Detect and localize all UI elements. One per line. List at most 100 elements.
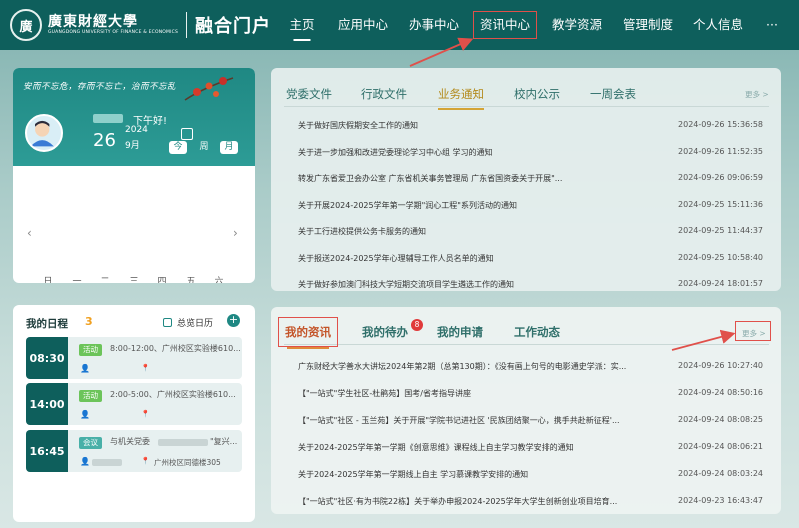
my-news-row[interactable]: 关于2024-2025学年第一学期《创意思维》课程线上自主学习教学安排的通知 20… bbox=[271, 442, 781, 456]
tab-campus-announcements[interactable]: 校内公示 bbox=[514, 86, 560, 102]
event-text: 8:00-12:00、广州校区实验楼610... bbox=[110, 344, 241, 353]
school-logo[interactable]: 廣 廣東財經大學 GUANGDONG UNIVERSITY OF FINANCE… bbox=[10, 9, 271, 41]
blurred-text bbox=[92, 459, 122, 466]
my-news-date: 2024-09-23 16:43:47 bbox=[678, 496, 763, 505]
tab-party-documents[interactable]: 党委文件 bbox=[286, 86, 332, 102]
schedule-event[interactable]: 08:30 活动 8:00-12:00、广州校区实验楼610... 👤 📍 bbox=[26, 337, 242, 379]
tab-divider bbox=[284, 344, 769, 345]
nav-regulations[interactable]: 管理制度 bbox=[623, 0, 673, 50]
my-news-title: 关于2024-2025学年第一学期线上自主 学习慕课教学安排的通知 bbox=[298, 470, 529, 479]
next-month-arrow-icon[interactable]: › bbox=[233, 226, 238, 240]
news-row[interactable]: 关于进一步加强和改进党委理论学习中心组 学习的通知 2024-09-26 11:5… bbox=[271, 147, 781, 161]
location-pin-icon: 📍 bbox=[141, 364, 150, 372]
tab-admin-documents[interactable]: 行政文件 bbox=[361, 86, 407, 102]
profile-calendar-card: 安而不忘危，存而不忘亡，治而不忘乱 下午好! 26 2024 9月 今 周 月 … bbox=[13, 68, 255, 283]
mode-today[interactable]: 今 bbox=[169, 141, 187, 154]
event-time: 16:45 bbox=[26, 430, 68, 472]
blurred-text bbox=[158, 439, 208, 446]
top-header: 廣 廣東財經大學 GUANGDONG UNIVERSITY OF FINANCE… bbox=[0, 0, 799, 50]
my-news-row[interactable]: 【"一站式"社区·有为书院22栋】关于举办申报2024-2025学年大学生创新创… bbox=[271, 496, 781, 510]
tab-weekly-meetings[interactable]: 一周会表 bbox=[590, 86, 636, 102]
nav-apps[interactable]: 应用中心 bbox=[338, 0, 388, 50]
news-row[interactable]: 关于工行进校提供公务卡服务的通知 2024-09-25 11:44:37 bbox=[271, 226, 781, 240]
weekday-label: 六 bbox=[214, 277, 224, 283]
calendar-icon bbox=[163, 318, 172, 327]
more-highlight-box bbox=[735, 321, 771, 341]
news-title: 关于做好参加澳门科技大学短期交流项目学生遴选工作的通知 bbox=[298, 280, 514, 289]
profile-banner: 安而不忘危，存而不忘亡，治而不忘乱 下午好! 26 2024 9月 今 周 月 bbox=[13, 68, 255, 166]
event-text: 与机关党委 bbox=[110, 437, 150, 446]
news-row[interactable]: 关于开展2024-2025学年第一学期"润心工程"系列活动的通知 2024-09-… bbox=[271, 200, 781, 214]
my-news-title: 广东财经大学善水大讲坛2024年第2期（总第130期）：《没有画上句号的电影通史… bbox=[298, 362, 627, 371]
weekday-label: 二 bbox=[100, 277, 110, 283]
person-icon: 👤 bbox=[80, 364, 90, 373]
my-news-title: 【"一站式"学生社区-杜鹃苑】国考/省考指导讲座 bbox=[298, 389, 471, 398]
schedule-event[interactable]: 14:00 活动 2:00-5:00、广州校区实验楼610... 👤 📍 bbox=[26, 383, 242, 425]
add-schedule-button[interactable]: + bbox=[227, 314, 240, 327]
tab-my-todo[interactable]: 我的待办 bbox=[362, 324, 408, 340]
nav-home[interactable]: 主页 bbox=[289, 0, 315, 50]
news-card: 党委文件 行政文件 业务通知 校内公示 一周会表 更多 > 关于做好国庆假期安全… bbox=[271, 68, 781, 291]
event-time: 08:30 bbox=[26, 337, 68, 379]
my-news-date: 2024-09-24 08:08:25 bbox=[678, 415, 763, 424]
location-pin-icon: 📍 bbox=[141, 410, 150, 418]
news-row[interactable]: 关于做好国庆假期安全工作的通知 2024-09-26 15:36:58 bbox=[271, 120, 781, 134]
user-avatar[interactable] bbox=[25, 114, 63, 152]
news-row[interactable]: 关于做好参加澳门科技大学短期交流项目学生遴选工作的通知 2024-09-24 18… bbox=[271, 279, 781, 293]
tab-business-notices[interactable]: 业务通知 bbox=[438, 86, 484, 110]
my-news-title: 【"一站式"社区·有为书院22栋】关于举办申报2024-2025学年大学生创新创… bbox=[298, 497, 618, 506]
my-news-row[interactable]: 【"一站式"社区 - 玉兰苑】关于开展"学院书记进社区 '民族团结聚一心，携手共… bbox=[271, 415, 781, 429]
news-date: 2024-09-25 11:44:37 bbox=[678, 226, 763, 235]
weekday-label: 四 bbox=[157, 277, 167, 283]
my-info-card: 我的资讯 我的待办 我的申请 工作动态 更多 > 广东财经大学善水大讲坛2024… bbox=[271, 307, 781, 514]
news-row[interactable]: 关于报送2024-2025学年心理辅导工作人员名单的通知 2024-09-25 1… bbox=[271, 253, 781, 267]
weekday-label: 五 bbox=[186, 277, 196, 283]
news-date: 2024-09-26 09:06:59 bbox=[678, 173, 763, 182]
news-date: 2024-09-26 11:52:35 bbox=[678, 146, 763, 156]
weekday-label: 一 bbox=[72, 277, 82, 283]
my-news-row[interactable]: 广东财经大学善水大讲坛2024年第2期（总第130期）：《没有画上句号的电影通史… bbox=[271, 361, 781, 375]
tab-my-applications[interactable]: 我的申请 bbox=[437, 324, 483, 340]
calendar-overview-label: 总览日历 bbox=[177, 319, 214, 329]
my-news-date: 2024-09-26 10:27:40 bbox=[678, 361, 763, 370]
schedule-event[interactable]: 16:45 会议 与机关党委 "复兴... 👤 📍 广州校区同德楼305 bbox=[26, 430, 242, 472]
nav-more[interactable]: ··· bbox=[766, 0, 778, 50]
weekday-label: 三 bbox=[129, 277, 139, 283]
logo-divider bbox=[186, 12, 188, 38]
current-day: 26 bbox=[93, 130, 116, 151]
my-news-row[interactable]: 【"一站式"学生社区-杜鹃苑】国考/省考指导讲座 2024-09-24 08:50… bbox=[271, 388, 781, 402]
news-title: 关于做好国庆假期安全工作的通知 bbox=[298, 121, 418, 130]
news-date: 2024-09-25 10:58:40 bbox=[678, 252, 763, 262]
mode-month[interactable]: 月 bbox=[220, 141, 238, 154]
schedule-title: 我的日程 bbox=[26, 318, 68, 330]
user-name-blurred bbox=[93, 114, 123, 123]
prev-month-arrow-icon[interactable]: ‹ bbox=[27, 226, 32, 240]
kapok-flower-icon bbox=[184, 77, 234, 101]
my-news-row[interactable]: 关于2024-2025学年第一学期线上自主 学习慕课教学安排的通知 2024-09… bbox=[271, 469, 781, 483]
nav-services[interactable]: 办事中心 bbox=[409, 0, 459, 50]
schedule-count: 3 bbox=[85, 315, 93, 328]
calendar-overview-link[interactable]: 总览日历 bbox=[163, 316, 213, 329]
calendar-icon[interactable] bbox=[181, 128, 193, 140]
event-tag: 活动 bbox=[79, 344, 102, 356]
mode-week[interactable]: 周 bbox=[197, 141, 211, 154]
schedule-card: 我的日程 3 总览日历 + 08:30 活动 8:00-12:00、广州校区实验… bbox=[13, 305, 255, 522]
news-title: 关于进一步加强和改进党委理论学习中心组 学习的通知 bbox=[298, 147, 493, 157]
news-date: 2024-09-24 18:01:57 bbox=[678, 279, 763, 288]
news-date: 2024-09-25 15:11:36 bbox=[678, 199, 763, 209]
person-icon: 👤 bbox=[80, 410, 90, 419]
nav-personal-info[interactable]: 个人信息 bbox=[693, 0, 743, 50]
nav-highlight-box bbox=[473, 11, 537, 39]
news-more-link[interactable]: 更多 > bbox=[745, 89, 769, 100]
event-tag: 会议 bbox=[79, 437, 102, 449]
event-location: 广州校区同德楼305 bbox=[154, 458, 221, 467]
event-time: 14:00 bbox=[26, 383, 68, 425]
current-month: 9月 bbox=[125, 141, 140, 151]
tab-divider bbox=[284, 106, 769, 107]
news-row[interactable]: 转发广东省爱卫会办公室 广东省机关事务管理局 广东省国资委关于开展"... 202… bbox=[271, 173, 781, 187]
nav-teaching-resources[interactable]: 教学资源 bbox=[552, 0, 602, 50]
event-text: 2:00-5:00、广州校区实验楼610... bbox=[110, 390, 236, 399]
tab-work-updates[interactable]: 工作动态 bbox=[514, 324, 560, 340]
portal-title: 融合门户 bbox=[195, 16, 272, 37]
my-news-date: 2024-09-24 08:50:16 bbox=[678, 388, 763, 397]
